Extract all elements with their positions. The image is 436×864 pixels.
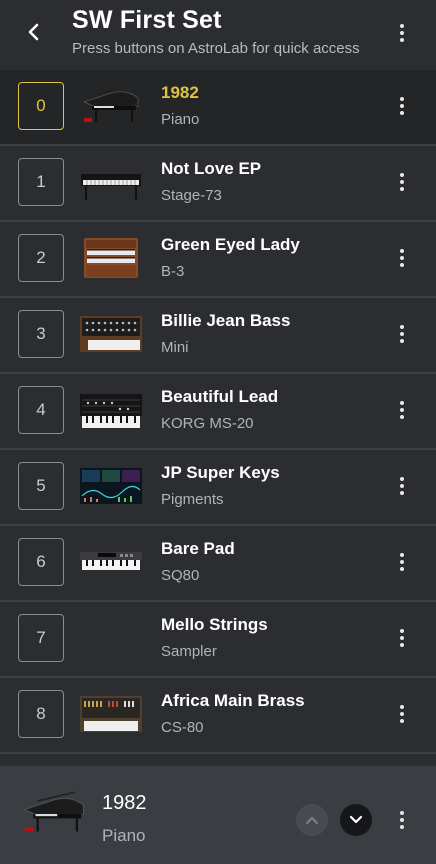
- preset-name: Not Love EP: [161, 159, 262, 178]
- preset-slot-number[interactable]: 7: [18, 614, 64, 662]
- more-options-icon[interactable]: [390, 318, 414, 350]
- preset-instrument: Piano: [161, 111, 200, 128]
- preset-slot-number[interactable]: 6: [18, 538, 64, 586]
- back-button[interactable]: [18, 16, 50, 48]
- preset-row[interactable]: 6 Bare Pad SQ80: [0, 526, 436, 602]
- preset-name: Africa Main Brass: [161, 691, 305, 710]
- preset-list: 0 1982 Piano 1 Not Love EP Stage-73 2 Green Eye…: [0, 70, 436, 766]
- page-subtitle: Press buttons on AstroLab for quick acce…: [72, 40, 360, 57]
- previous-preset-button[interactable]: [296, 804, 328, 836]
- more-options-icon[interactable]: [390, 166, 414, 198]
- synth-mini-icon: [78, 312, 144, 356]
- now-playing-bar: 1982 Piano: [0, 766, 436, 864]
- organ-icon: [78, 236, 144, 280]
- preset-name: 1982: [161, 83, 199, 102]
- more-options-icon[interactable]: [390, 622, 414, 654]
- next-preset-button[interactable]: [340, 804, 372, 836]
- page-title: SW First Set: [72, 6, 222, 34]
- grand-piano-icon: [78, 84, 144, 128]
- preset-name: Bare Pad: [161, 539, 235, 558]
- preset-name: Mello Strings: [161, 615, 268, 634]
- now-playing-instrument: Piano: [102, 826, 146, 845]
- chevron-up-icon: [305, 816, 319, 825]
- preset-row[interactable]: 3 Billie Jean Bass Mini: [0, 298, 436, 374]
- app-header: SW First Set Press buttons on AstroLab f…: [0, 0, 436, 70]
- more-options-icon[interactable]: [390, 698, 414, 730]
- preset-instrument: Sampler: [161, 643, 217, 660]
- preset-slot-number[interactable]: 8: [18, 690, 64, 738]
- preset-slot-number[interactable]: 1: [18, 158, 64, 206]
- preset-slot-number[interactable]: 5: [18, 462, 64, 510]
- pigments-icon: [78, 464, 144, 508]
- preset-slot-number[interactable]: 0: [18, 82, 64, 130]
- now-playing-name: 1982: [102, 792, 147, 814]
- more-options-icon[interactable]: [390, 546, 414, 578]
- preset-instrument: KORG MS-20: [161, 415, 254, 432]
- more-options-icon[interactable]: [390, 394, 414, 426]
- preset-name: Beautiful Lead: [161, 387, 279, 406]
- preset-row[interactable]: 1 Not Love EP Stage-73: [0, 146, 436, 222]
- chevron-left-icon: [28, 23, 39, 41]
- electric-piano-icon: [78, 160, 144, 204]
- preset-name: Billie Jean Bass: [161, 311, 291, 330]
- preset-name: JP Super Keys: [161, 463, 280, 482]
- preset-row[interactable]: 0 1982 Piano: [0, 70, 436, 146]
- header-more-options-icon[interactable]: [390, 17, 414, 49]
- preset-instrument: SQ80: [161, 567, 200, 584]
- preset-row[interactable]: 5 JP Super Keys Pigments: [0, 450, 436, 526]
- preset-instrument: CS-80: [161, 719, 204, 736]
- preset-row[interactable]: 7 Mello Strings Sampler: [0, 602, 436, 678]
- preset-row[interactable]: 2 Green Eyed Lady B-3: [0, 222, 436, 298]
- preset-instrument: Stage-73: [161, 187, 222, 204]
- more-options-icon[interactable]: [390, 90, 414, 122]
- more-options-icon[interactable]: [390, 242, 414, 274]
- preset-instrument: Mini: [161, 339, 189, 356]
- synth-sq80-icon: [78, 540, 144, 584]
- preset-row[interactable]: 8 Africa Main Brass CS-80: [0, 678, 436, 754]
- preset-slot-number[interactable]: 4: [18, 386, 64, 434]
- preset-name: Green Eyed Lady: [161, 235, 300, 254]
- synth-cs80-icon: [78, 692, 144, 736]
- preset-instrument: B-3: [161, 263, 185, 280]
- grand-piano-icon: [18, 788, 90, 840]
- preset-instrument: Pigments: [161, 491, 224, 508]
- preset-slot-number[interactable]: 3: [18, 310, 64, 358]
- footer-more-options-icon[interactable]: [390, 804, 414, 836]
- chevron-down-icon: [349, 815, 363, 824]
- synth-ms20-icon: [78, 388, 144, 432]
- preset-row[interactable]: 4 Beautiful Lead KORG MS-20: [0, 374, 436, 450]
- waveform-icon: [78, 616, 144, 660]
- preset-slot-number[interactable]: 2: [18, 234, 64, 282]
- more-options-icon[interactable]: [390, 470, 414, 502]
